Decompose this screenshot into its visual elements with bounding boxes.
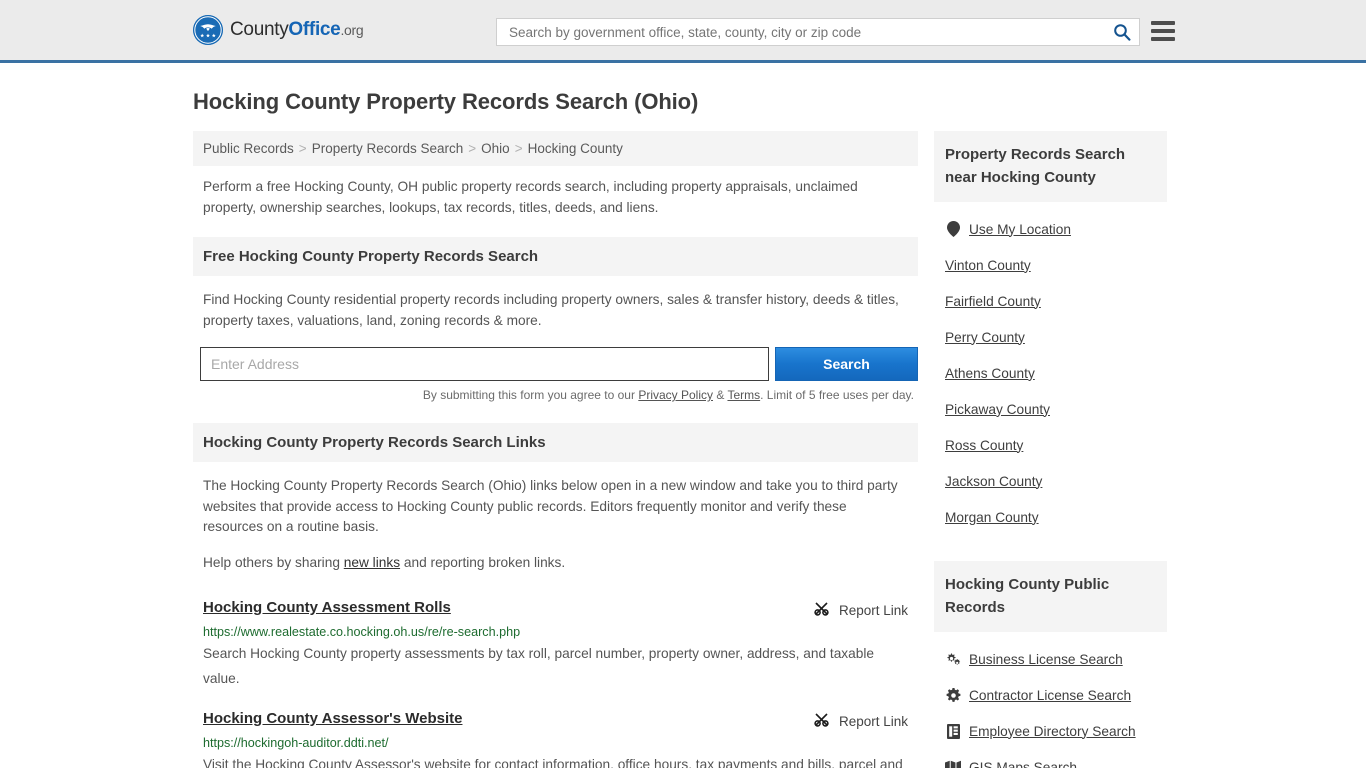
sidebar-item-ross-county[interactable]: Ross County xyxy=(934,427,1167,463)
breadcrumb: Public Records > Property Records Search > O… xyxy=(193,131,918,166)
sidebar-link-label[interactable]: Employee Directory Search xyxy=(969,724,1136,739)
hamburger-bar xyxy=(1151,37,1175,41)
form-legal-text: By submitting this form you agree to our… xyxy=(193,388,914,402)
result-header: Hocking County Assessor's Website Report… xyxy=(203,710,908,731)
sidebar-item-contractor-license-search[interactable]: Contractor License Search xyxy=(934,677,1167,713)
result-item: Hocking County Assessor's Website Report… xyxy=(193,710,918,768)
search-icon[interactable] xyxy=(1113,23,1131,41)
sidebar-public-records-list: Business License Search Contractor Licen… xyxy=(934,641,1167,768)
page-intro-text: Perform a free Hocking County, OH public… xyxy=(203,179,858,215)
logo-text-county: County xyxy=(230,19,289,40)
result-url: https://hockingoh-auditor.ddti.net/ xyxy=(203,736,389,750)
sidebar-public-records-heading: Hocking County Public Records xyxy=(934,561,1167,632)
logo-text-tld: .org xyxy=(340,22,364,38)
new-links-link[interactable]: new links xyxy=(344,555,400,570)
sidebar-link-label[interactable]: Morgan County xyxy=(945,510,1039,525)
sidebar-link-label[interactable]: Fairfield County xyxy=(945,294,1041,309)
result-description: Search Hocking County property assessmen… xyxy=(203,646,875,686)
sidebar-link-label[interactable]: Perry County xyxy=(945,330,1025,345)
page-title: Hocking County Property Records Search (… xyxy=(193,89,699,114)
sidebar-link-label[interactable]: Business License Search xyxy=(969,652,1123,667)
sidebar-item-gis-maps-search[interactable]: GIS Maps Search xyxy=(934,749,1167,768)
sidebar-item-fairfield-county[interactable]: Fairfield County xyxy=(934,283,1167,319)
sidebar: Property Records Search near Hocking Cou… xyxy=(934,131,1167,768)
sidebar-item-morgan-county[interactable]: Morgan County xyxy=(934,499,1167,535)
site-logo[interactable]: CountyOffice.org xyxy=(193,15,364,45)
address-search-form: Search xyxy=(200,347,918,381)
sidebar-item-perry-county[interactable]: Perry County xyxy=(934,319,1167,355)
sidebar-item-use-my-location[interactable]: Use My Location xyxy=(934,211,1167,247)
page-container: Hocking County Property Records Search (… xyxy=(0,89,1366,768)
result-item: Hocking County Assessment Rolls Report L… xyxy=(193,599,918,691)
report-link-button[interactable]: Report Link xyxy=(813,710,908,731)
sidebar-item-pickaway-county[interactable]: Pickaway County xyxy=(934,391,1167,427)
result-header: Hocking County Assessment Rolls Report L… xyxy=(203,599,908,620)
sidebar-public-records-block: Hocking County Public Records Business L… xyxy=(934,561,1167,768)
sidebar-link-label[interactable]: Vinton County xyxy=(945,258,1031,273)
terms-link[interactable]: Terms xyxy=(727,388,760,402)
breadcrumb-item-public-records[interactable]: Public Records xyxy=(203,141,294,156)
legal-amp: & xyxy=(713,388,728,402)
sidebar-item-jackson-county[interactable]: Jackson County xyxy=(934,463,1167,499)
site-header: CountyOffice.org xyxy=(0,0,1366,63)
sidebar-link-label[interactable]: GIS Maps Search xyxy=(969,760,1077,768)
content-row: Public Records > Property Records Search > O… xyxy=(193,131,1173,768)
sidebar-link-label[interactable]: Ross County xyxy=(945,438,1023,453)
sidebar-link-label[interactable]: Athens County xyxy=(945,366,1035,381)
breadcrumb-separator: > xyxy=(298,141,307,156)
sidebar-nearby-heading: Property Records Search near Hocking Cou… xyxy=(934,131,1167,202)
breadcrumb-item-property-records-search[interactable]: Property Records Search xyxy=(312,141,464,156)
help-suffix: and reporting broken links. xyxy=(400,554,566,570)
logo-text-office: Office xyxy=(288,19,341,40)
result-title-link[interactable]: Hocking County Assessment Rolls xyxy=(203,599,451,616)
broken-link-icon xyxy=(813,600,830,620)
sidebar-item-athens-county[interactable]: Athens County xyxy=(934,355,1167,391)
sidebar-nearby-list: Use My Location Vinton County Fairfield … xyxy=(934,211,1167,535)
result-title-link[interactable]: Hocking County Assessor's Website xyxy=(203,710,462,727)
result-description: Visit the Hocking County Assessor's webs… xyxy=(203,757,903,768)
sidebar-item-vinton-county[interactable]: Vinton County xyxy=(934,247,1167,283)
cogs-icon xyxy=(945,652,961,666)
broken-link-icon xyxy=(813,711,830,731)
free-search-heading: Free Hocking County Property Records Sea… xyxy=(193,237,918,276)
breadcrumb-item-hocking-county[interactable]: Hocking County xyxy=(528,141,623,156)
help-prefix: Help others by sharing xyxy=(203,554,344,570)
sidebar-link-label[interactable]: Jackson County xyxy=(945,474,1042,489)
header-search-box[interactable] xyxy=(496,18,1140,46)
links-help-text: Help others by sharing new links and rep… xyxy=(193,544,918,580)
sidebar-item-employee-directory-search[interactable]: Employee Directory Search xyxy=(934,713,1167,749)
hamburger-menu-icon[interactable] xyxy=(1151,21,1175,41)
links-section-paragraph: The Hocking County Property Records Sear… xyxy=(203,478,898,534)
breadcrumb-item-ohio[interactable]: Ohio xyxy=(481,141,510,156)
sidebar-link-label[interactable]: Use My Location xyxy=(969,222,1071,237)
legal-prefix: By submitting this form you agree to our xyxy=(422,388,639,402)
report-link-label: Report Link xyxy=(838,602,908,618)
report-link-button[interactable]: Report Link xyxy=(813,599,908,620)
sidebar-item-business-license-search[interactable]: Business License Search xyxy=(934,641,1167,677)
address-input[interactable] xyxy=(200,347,769,381)
logo-wordmark: CountyOffice.org xyxy=(230,19,364,41)
gear-icon xyxy=(945,687,961,703)
privacy-policy-link[interactable]: Privacy Policy xyxy=(638,388,713,402)
search-button[interactable]: Search xyxy=(775,347,918,381)
hamburger-bar xyxy=(1151,21,1175,25)
header-search-input[interactable] xyxy=(507,23,1113,41)
main-column: Public Records > Property Records Search > O… xyxy=(193,131,918,768)
sidebar-link-label[interactable]: Contractor License Search xyxy=(969,688,1131,703)
header-search-zone xyxy=(496,18,1140,46)
map-icon xyxy=(945,760,961,768)
breadcrumb-separator: > xyxy=(468,141,477,156)
map-pin-icon xyxy=(945,221,961,237)
eagle-shield-logo-icon xyxy=(193,15,223,45)
links-section-heading: Hocking County Property Records Search L… xyxy=(193,423,918,462)
hamburger-bar xyxy=(1151,29,1175,33)
book-icon xyxy=(945,723,961,739)
breadcrumb-separator: > xyxy=(514,141,523,156)
report-link-label: Report Link xyxy=(838,713,908,729)
result-url: https://www.realestate.co.hocking.oh.us/… xyxy=(203,625,521,639)
legal-suffix: . Limit of 5 free uses per day. xyxy=(760,388,914,402)
sidebar-link-label[interactable]: Pickaway County xyxy=(945,402,1050,417)
free-search-description: Find Hocking County residential property… xyxy=(203,292,899,328)
